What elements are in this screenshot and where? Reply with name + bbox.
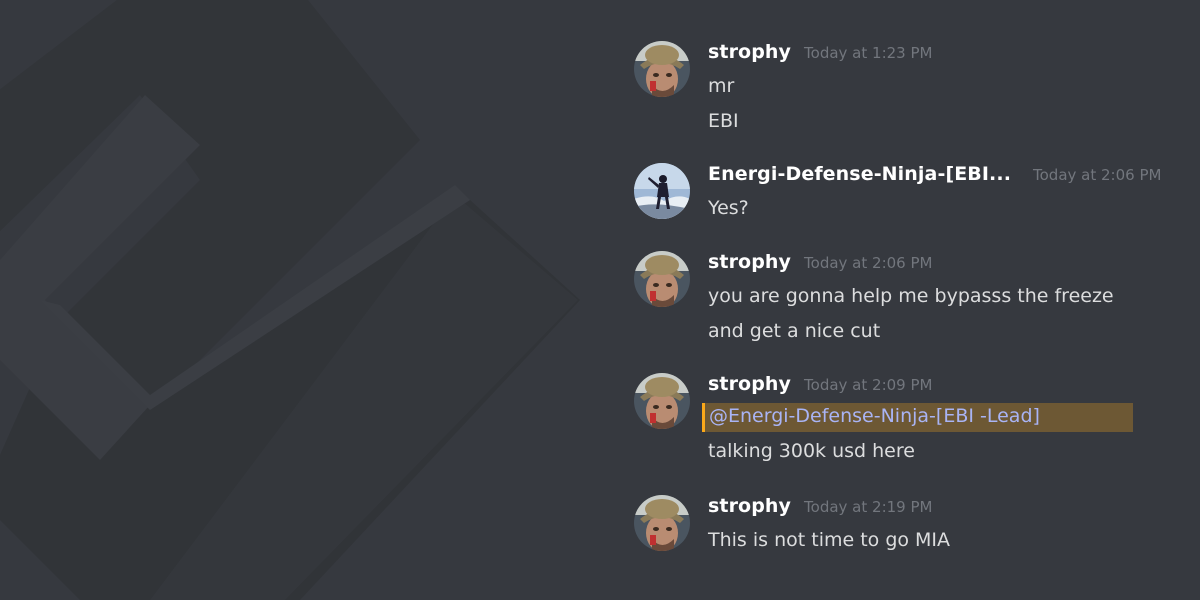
avatar[interactable]	[634, 495, 690, 551]
timestamp: Today at 2:19 PM	[804, 498, 933, 516]
avatar-photo-icon	[634, 163, 690, 219]
avatar-photo-icon	[634, 373, 690, 429]
avatar[interactable]	[634, 41, 690, 97]
timestamp: Today at 2:06 PM	[1033, 166, 1162, 184]
message-header: strophy Today at 1:23 PM	[708, 41, 932, 71]
message-text: Yes?	[708, 197, 749, 219]
username[interactable]: Energi-Defense-Ninja-[EBI...	[708, 163, 1011, 185]
message-text: EBI	[708, 110, 739, 132]
username[interactable]: strophy	[708, 41, 791, 63]
avatar[interactable]	[634, 251, 690, 307]
username[interactable]: strophy	[708, 251, 791, 273]
timestamp: Today at 2:09 PM	[804, 376, 933, 394]
chat-screen: strophy Today at 1:23 PM mr EBI Energi-D…	[0, 0, 1200, 600]
message-header: strophy Today at 2:19 PM	[708, 495, 932, 525]
avatar[interactable]	[634, 163, 690, 219]
message-header: strophy Today at 2:09 PM	[708, 373, 932, 403]
message-header: strophy Today at 2:06 PM	[708, 251, 932, 281]
avatar-photo-icon	[634, 251, 690, 307]
timestamp: Today at 2:06 PM	[804, 254, 933, 272]
avatar-photo-icon	[634, 41, 690, 97]
message-text: talking 300k usd here	[708, 440, 915, 462]
message-header: Energi-Defense-Ninja-[EBI... Today at 2:…	[708, 163, 1161, 193]
timestamp: Today at 1:23 PM	[804, 44, 933, 62]
message-text: mr	[708, 75, 735, 97]
user-mention[interactable]: @Energi-Defense-Ninja-[EBI -Lead]	[709, 405, 1040, 427]
message-list: strophy Today at 1:23 PM mr EBI Energi-D…	[0, 0, 1200, 600]
username[interactable]: strophy	[708, 373, 791, 395]
message-text: you are gonna help me bypasss the freeze	[708, 285, 1114, 307]
message-text: and get a nice cut	[708, 320, 881, 342]
username[interactable]: strophy	[708, 495, 791, 517]
avatar-photo-icon	[634, 495, 690, 551]
mention-highlight: @Energi-Defense-Ninja-[EBI -Lead]	[702, 403, 1133, 432]
avatar[interactable]	[634, 373, 690, 429]
message-text: This is not time to go MIA	[708, 529, 951, 551]
